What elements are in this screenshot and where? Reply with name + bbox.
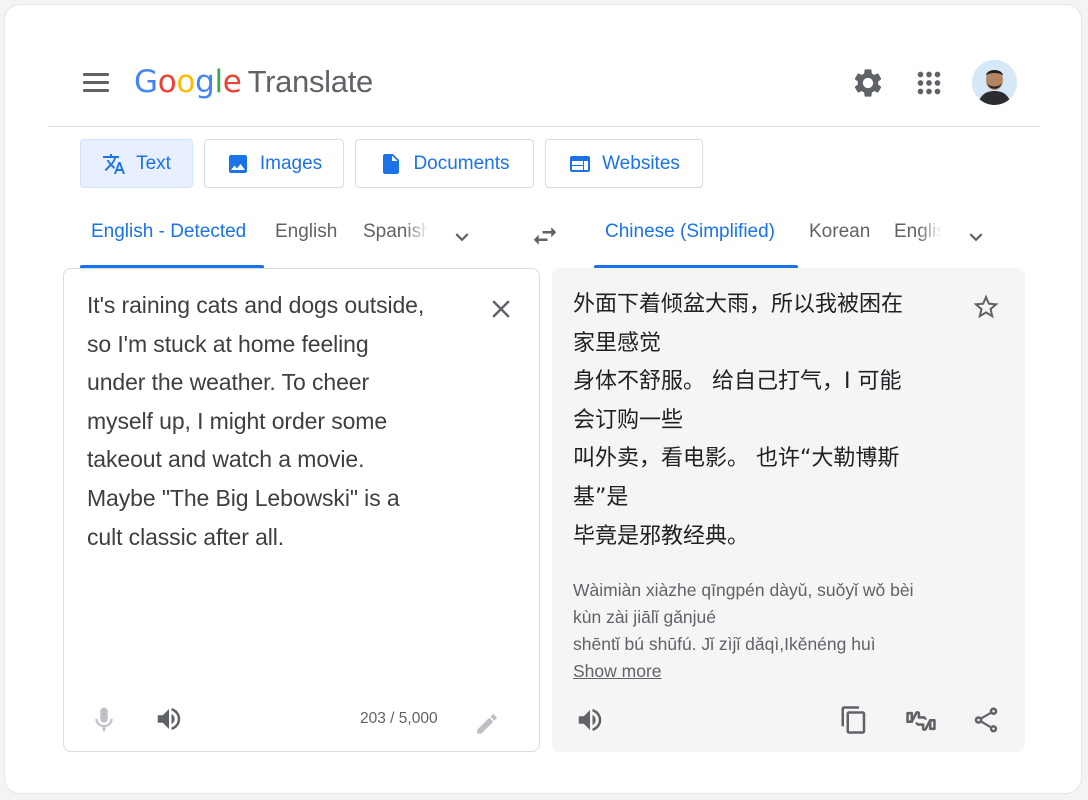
translation-line: 身体不舒服。 给自己打气，I 可能: [573, 369, 902, 395]
tab-documents-label: Documents: [413, 152, 510, 174]
share-translation-icon[interactable]: [971, 705, 1001, 735]
settings-gear-icon[interactable]: [851, 66, 885, 100]
translation-line: 叫外卖，看电影。 也许“大勒博斯: [573, 446, 900, 472]
source-line: cult classic after all.: [87, 523, 285, 550]
google-translate-logo[interactable]: Google Translate: [134, 62, 373, 102]
source-line: myself up, I might order some: [87, 407, 388, 434]
source-line: It's raining cats and dogs outside,: [87, 292, 425, 318]
account-avatar[interactable]: [972, 60, 1017, 105]
swap-languages-icon[interactable]: [529, 221, 561, 251]
edit-pencil-icon[interactable]: [474, 711, 500, 737]
save-translation-star-icon[interactable]: [971, 292, 1001, 322]
source-lang-spanish[interactable]: Spanish: [363, 221, 429, 243]
menu-icon-bar: [83, 81, 109, 84]
tab-images[interactable]: Images: [204, 139, 344, 188]
logo-letter: o: [157, 64, 177, 100]
source-text-input[interactable]: It's raining cats and dogs outside, so I…: [87, 286, 477, 556]
translation-line: 基”是: [573, 484, 629, 510]
logo-product: Translate: [247, 64, 374, 99]
translation-line: 会订购一些: [573, 407, 684, 433]
show-more-link[interactable]: Show more: [573, 658, 662, 685]
website-icon: [570, 155, 591, 172]
target-lang-chinese-simplified[interactable]: Chinese (Simplified): [605, 221, 775, 243]
menu-icon: [83, 73, 109, 76]
tab-images-label: Images: [259, 152, 323, 174]
microphone-icon[interactable]: [89, 705, 119, 735]
source-lang-english[interactable]: English: [275, 221, 337, 243]
translation-line: 家里感觉: [573, 330, 662, 356]
apps-grid-icon[interactable]: [912, 66, 946, 100]
logo-letter: G: [134, 64, 158, 100]
translation-line: 外面下着倾盆大雨，所以我被困在: [573, 292, 904, 317]
logo-letter: l: [214, 64, 223, 100]
logo-letter: e: [222, 64, 242, 100]
tab-text-label: Text: [136, 152, 171, 174]
tab-websites[interactable]: Websites: [545, 139, 703, 188]
clear-text-close-icon[interactable]: [486, 294, 516, 324]
romanization-line: kùn zài jiālǐ gǎnjué: [573, 607, 717, 627]
copy-translation-icon[interactable]: [839, 705, 869, 735]
image-icon: [228, 154, 247, 173]
header-divider: [48, 126, 1040, 127]
menu-icon-bar: [83, 89, 109, 92]
translation-line: 毕竟是邪教经典。: [573, 523, 750, 549]
translate-icon: [103, 153, 126, 174]
source-listen-speaker-icon[interactable]: [154, 704, 184, 734]
romanization-line: Wàimiàn xiàzhe qīngpén dàyǔ, suǒyǐ wǒ bè…: [573, 580, 914, 600]
translation-text: 外面下着倾盆大雨，所以我被困在 家里感觉 身体不舒服。 给自己打气，I 可能 会…: [573, 286, 953, 556]
source-line: under the weather. To cheer: [87, 369, 370, 396]
source-lang-detected[interactable]: English - Detected: [91, 221, 246, 243]
main-menu-button[interactable]: [80, 66, 112, 98]
source-lang-more-chevron-icon[interactable]: [449, 224, 475, 250]
character-count: 203 / 5,000: [360, 710, 438, 727]
tab-websites-label: Websites: [602, 152, 680, 174]
source-line: takeout and watch a movie.: [87, 446, 365, 473]
target-lang-more-chevron-icon[interactable]: [963, 224, 989, 250]
romanization-line: shēntǐ bú shūfú. Jǐ zìjǐ dǎqì,Ikěnéng hu…: [573, 634, 876, 654]
target-lang-english[interactable]: English: [894, 221, 942, 243]
logo-letter: o: [176, 64, 196, 100]
logo-letter: g: [195, 64, 215, 100]
tab-documents[interactable]: Documents: [355, 139, 534, 188]
logo-brand: Google: [134, 64, 242, 100]
document-icon: [383, 153, 400, 174]
source-line: Maybe "The Big Lebowski" is a: [87, 484, 400, 511]
source-line: so I'm stuck at home feeling: [87, 330, 369, 357]
translation-listen-speaker-icon[interactable]: [575, 705, 605, 735]
romanization-text: Wàimiàn xiàzhe qīngpén dàyǔ, suǒyǐ wǒ bè…: [573, 577, 953, 658]
tab-text[interactable]: Text: [80, 139, 193, 188]
rate-translation-thumbs-icon[interactable]: [904, 704, 938, 738]
target-lang-korean[interactable]: Korean: [809, 221, 870, 243]
